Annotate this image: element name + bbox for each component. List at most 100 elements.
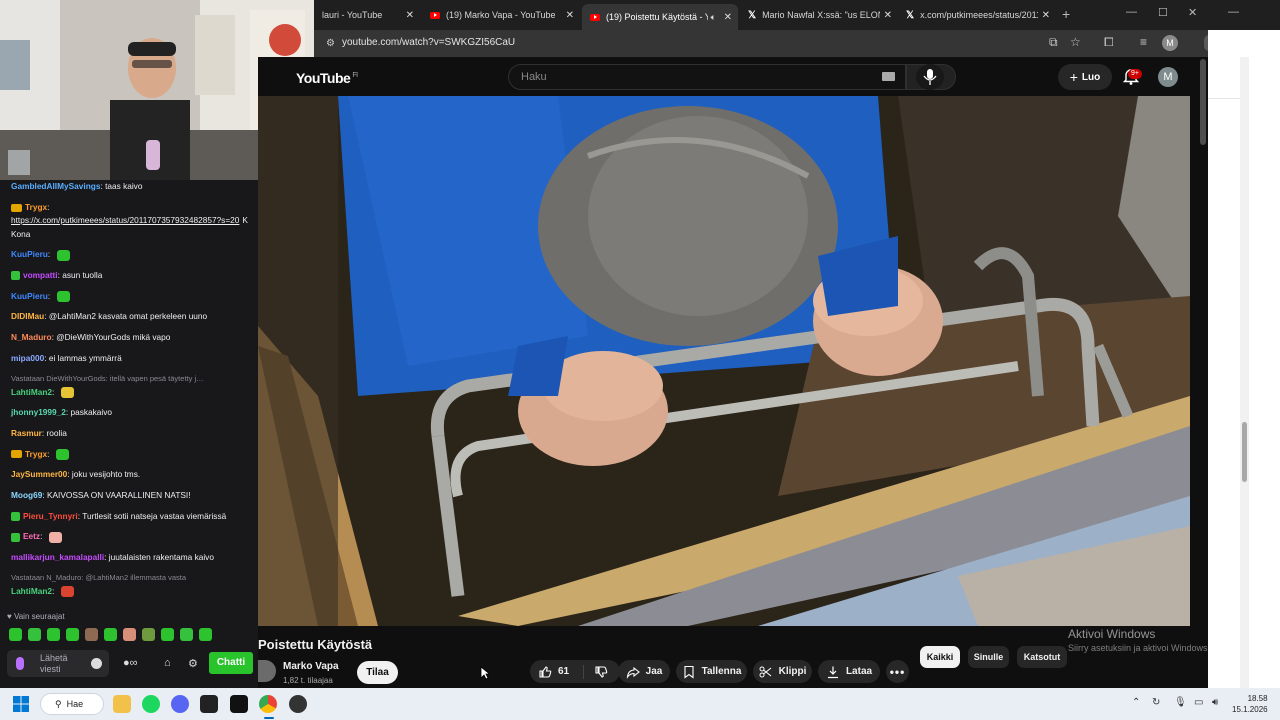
chat-send-button[interactable]: Chatti bbox=[209, 652, 253, 674]
chat-reply-context[interactable]: Vastataan DieWithYourGods: itellä vapen … bbox=[11, 373, 250, 384]
chat-username[interactable]: DIDIMau bbox=[11, 311, 44, 321]
site-settings-icon[interactable]: ⚙︎ bbox=[326, 38, 337, 49]
share-button[interactable]: Jaa bbox=[618, 660, 670, 683]
chat-username[interactable]: Pieru_Tynnyri bbox=[23, 511, 78, 521]
chat-username[interactable]: Eetz bbox=[23, 531, 40, 541]
chat-username[interactable]: Trygx bbox=[25, 449, 47, 459]
chat-username[interactable]: N_Maduro bbox=[11, 332, 52, 342]
download-button[interactable]: Lataa bbox=[818, 660, 880, 683]
chat-username[interactable]: Rasmur bbox=[11, 428, 42, 438]
store-icon[interactable]: ⌂ bbox=[164, 657, 171, 669]
tray-mic-icon[interactable]: 🎙︎ bbox=[1174, 697, 1187, 708]
browser-tab-2[interactable]: (19) Marko Vapa - YouTube ✕ bbox=[422, 4, 580, 26]
emote-10[interactable] bbox=[180, 628, 193, 641]
chat-username[interactable]: LahtiMan2 bbox=[11, 387, 52, 397]
chat-input[interactable]: Lähetä viesti bbox=[7, 650, 109, 677]
emote-5[interactable] bbox=[85, 628, 98, 641]
browser-tab-1[interactable]: lauri - YouTube ✕ bbox=[314, 4, 420, 26]
profile-avatar[interactable]: M bbox=[1162, 35, 1178, 51]
chat-username[interactable]: mallikarjun_kamalapalli bbox=[11, 552, 104, 562]
side-scrollbar[interactable] bbox=[1240, 57, 1249, 688]
channel-name[interactable]: Marko Vapa bbox=[283, 661, 339, 672]
url-field[interactable]: youtube.com/watch?v=SWKGZI56CaU bbox=[342, 37, 515, 48]
create-button[interactable]: + Luo bbox=[1058, 64, 1112, 90]
close-window-button[interactable]: ✕ bbox=[1188, 6, 1197, 19]
extensions-icon[interactable]: ⧠ bbox=[1104, 35, 1114, 50]
chat-settings-icon[interactable]: ⚙︎ bbox=[188, 657, 198, 670]
youtube-logo[interactable]: YouTube FI bbox=[296, 70, 358, 86]
emote-6[interactable] bbox=[104, 628, 117, 641]
chrome-icon[interactable] bbox=[259, 695, 277, 713]
chat-link[interactable]: https://x.com/putkimeees/status/20117073… bbox=[11, 215, 239, 225]
taskbar-clock[interactable]: 18.58 15.1.2026 bbox=[1232, 693, 1268, 715]
tab-close-icon[interactable]: ✕ bbox=[724, 12, 732, 23]
tab-close-icon[interactable]: ✕ bbox=[1042, 10, 1050, 21]
chat-username[interactable]: Moog69 bbox=[11, 490, 42, 500]
chat-username[interactable]: vompatti bbox=[23, 270, 58, 280]
chat-username[interactable]: JaySummer00 bbox=[11, 469, 67, 479]
spotify-icon[interactable] bbox=[142, 695, 160, 713]
minimize-button[interactable]: — bbox=[1126, 6, 1137, 18]
windows-start-icon[interactable] bbox=[12, 695, 30, 713]
clip-button[interactable]: Klippi bbox=[753, 660, 812, 683]
video-player[interactable] bbox=[258, 96, 1190, 626]
keyboard-icon[interactable] bbox=[882, 72, 895, 81]
chat-reply-context[interactable]: Vastataan N_Maduro: @LahtiMan2 illemmast… bbox=[11, 572, 250, 583]
taskbar-search[interactable]: ⚲ Hae bbox=[40, 693, 104, 715]
like-button[interactable]: 61 bbox=[538, 665, 569, 679]
file-explorer-icon[interactable] bbox=[113, 695, 131, 713]
filter-chip-all[interactable]: Kaikki bbox=[920, 646, 960, 668]
emote-11[interactable] bbox=[199, 628, 212, 641]
tray-volume-icon[interactable]: 🔊︎ bbox=[1212, 697, 1218, 708]
x-app-icon[interactable] bbox=[230, 695, 248, 713]
channel-avatar[interactable] bbox=[258, 660, 276, 682]
maximize-button[interactable]: ☐ bbox=[1158, 6, 1168, 19]
tray-sync-icon[interactable]: ↻ bbox=[1152, 697, 1160, 708]
browser-tab-5[interactable]: 𝕏 x.com/putkimeees/status/2011 ✕ bbox=[898, 4, 1056, 26]
bookmark-star-icon[interactable]: ☆ bbox=[1070, 35, 1081, 49]
speaker-icon[interactable]: 🔈︎ bbox=[711, 12, 716, 23]
bits-icon[interactable]: ●∞ bbox=[123, 657, 138, 669]
chat-username[interactable]: LahtiMan2 bbox=[11, 586, 52, 596]
emote-1[interactable] bbox=[9, 628, 22, 641]
emote-3[interactable] bbox=[47, 628, 60, 641]
search-input[interactable] bbox=[521, 71, 821, 83]
voice-search-button[interactable] bbox=[916, 64, 944, 90]
filter-chip-watched[interactable]: Katsotut bbox=[1017, 646, 1067, 668]
reading-list-icon[interactable]: ≡ bbox=[1140, 35, 1147, 49]
account-avatar[interactable]: M bbox=[1158, 67, 1178, 87]
install-app-icon[interactable]: ⧉ bbox=[1049, 35, 1058, 50]
emote-8[interactable] bbox=[142, 628, 155, 641]
side-scrollbar-thumb[interactable] bbox=[1242, 422, 1247, 482]
chat-username[interactable]: GambledAllMySavings bbox=[11, 181, 100, 191]
chat-username[interactable]: KuuPieru bbox=[11, 249, 48, 259]
new-tab-button[interactable]: + bbox=[1062, 6, 1070, 22]
discord-icon[interactable] bbox=[171, 695, 189, 713]
emote-2[interactable] bbox=[28, 628, 41, 641]
obs-icon[interactable] bbox=[289, 695, 307, 713]
browser-tab-4[interactable]: 𝕏 Mario Nawfal X:ssä: "us ELON J ✕ bbox=[740, 4, 898, 26]
chat-username[interactable]: mipa000 bbox=[11, 353, 44, 363]
microphone-icon[interactable] bbox=[16, 657, 24, 670]
tab-close-icon[interactable]: ✕ bbox=[884, 10, 892, 21]
emote-4[interactable] bbox=[66, 628, 79, 641]
chat-username[interactable]: jhonny1999_2 bbox=[11, 407, 66, 417]
app-n-icon[interactable] bbox=[200, 695, 218, 713]
dislike-button[interactable] bbox=[594, 665, 608, 679]
browser-tab-3[interactable]: (19) Poistettu Käytöstä - Yo 🔈︎ ✕ bbox=[582, 4, 738, 30]
more-actions-button[interactable]: ••• bbox=[886, 660, 909, 683]
emoji-icon[interactable] bbox=[91, 658, 102, 669]
tray-network-icon[interactable]: ▭ bbox=[1194, 697, 1203, 708]
tab-close-icon[interactable]: ✕ bbox=[566, 10, 574, 21]
chat-username[interactable]: KuuPieru bbox=[11, 291, 48, 301]
emote-9[interactable] bbox=[161, 628, 174, 641]
filter-chip-for-you[interactable]: Sinulle bbox=[968, 646, 1009, 668]
page-scrollbar-thumb[interactable] bbox=[1200, 59, 1206, 145]
tab-close-icon[interactable]: ✕ bbox=[406, 10, 414, 21]
tray-chevron-icon[interactable]: ⌃ bbox=[1132, 697, 1140, 708]
save-button[interactable]: Tallenna bbox=[676, 660, 747, 683]
minimize-button-2[interactable]: — bbox=[1228, 6, 1239, 18]
chat-username[interactable]: Trygx bbox=[25, 202, 47, 212]
subscribe-button[interactable]: Tilaa bbox=[357, 661, 398, 684]
emote-7[interactable] bbox=[123, 628, 136, 641]
